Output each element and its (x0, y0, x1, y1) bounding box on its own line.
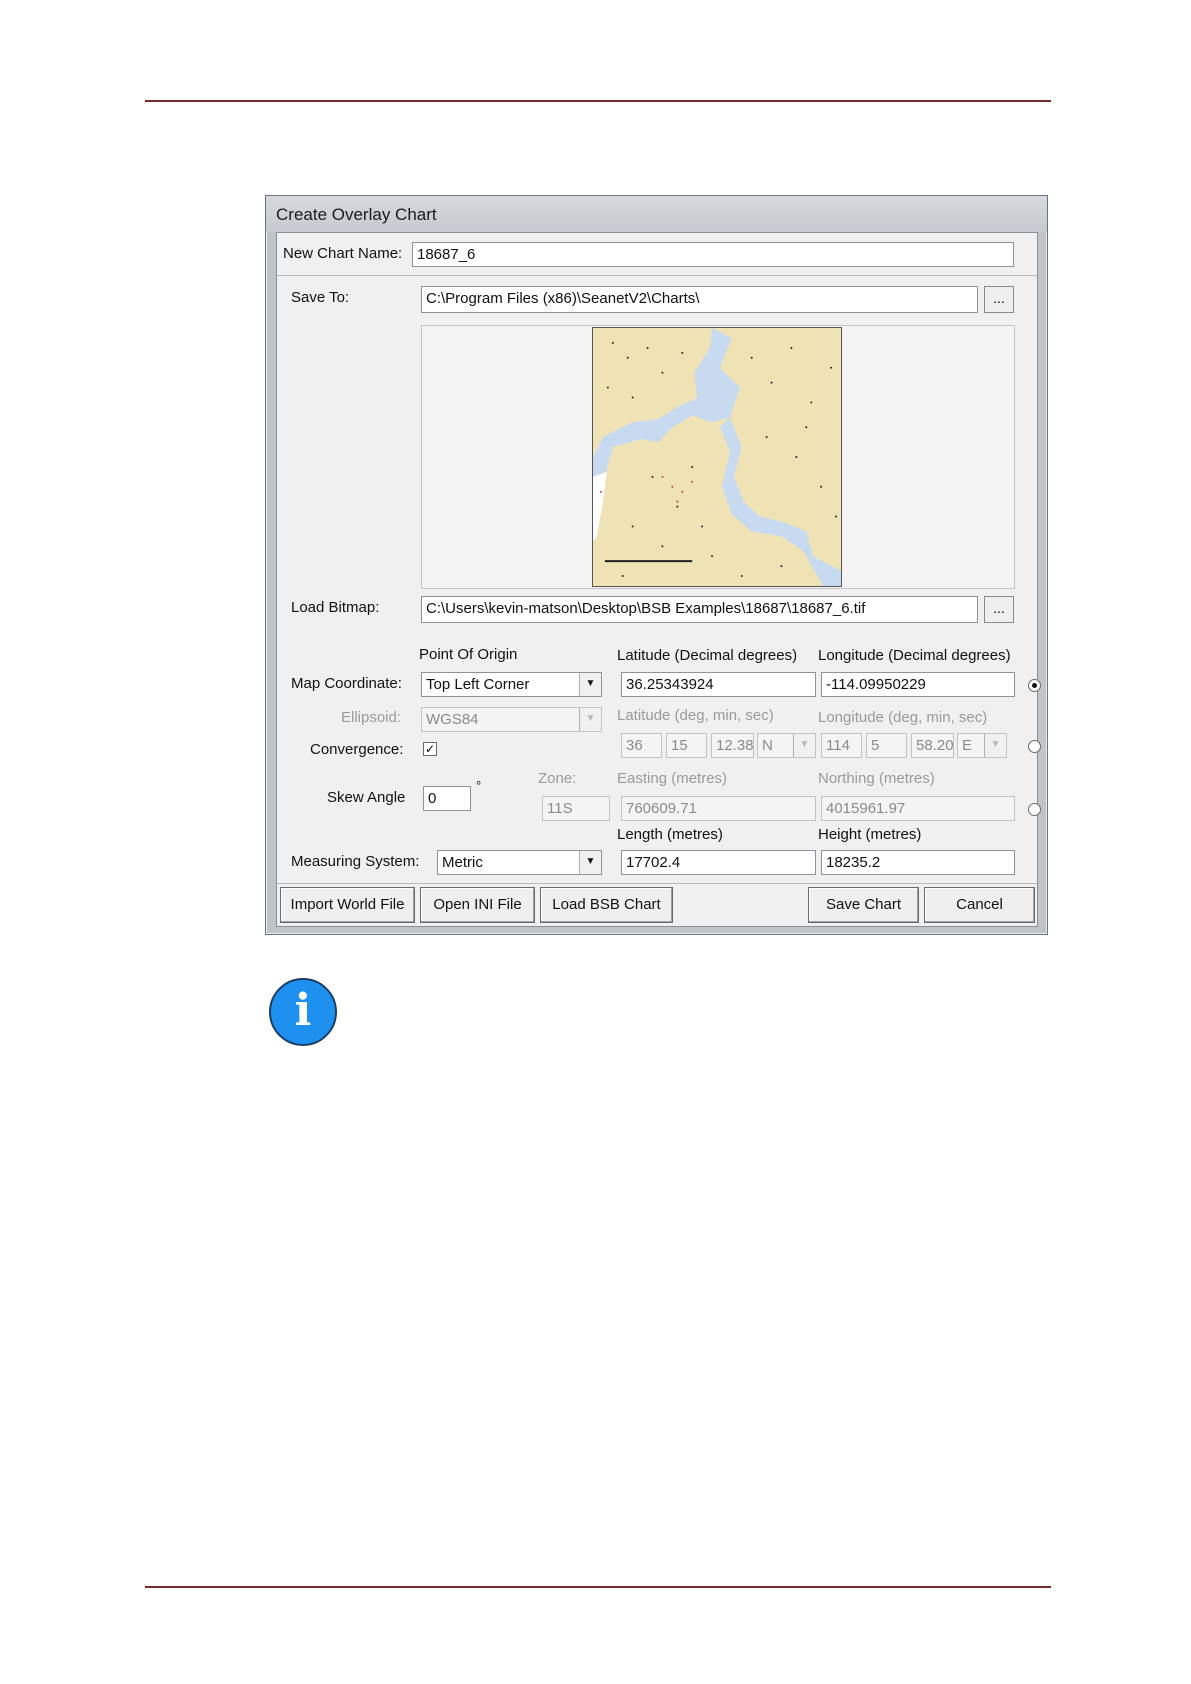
length-input[interactable]: 17702.4 (621, 850, 816, 875)
load-bitmap-label: Load Bitmap: (291, 599, 380, 616)
chevron-down-icon[interactable]: ▼ (984, 734, 1006, 757)
chevron-down-icon[interactable]: ▼ (579, 851, 601, 874)
longitude-degrees-input[interactable]: 114 (821, 733, 862, 758)
import-world-file-button[interactable]: Import World File (280, 887, 415, 923)
dialog-client-area: New Chart Name: 18687_6 Save To: C:\Prog… (276, 232, 1041, 927)
easting-label: Easting (metres) (617, 770, 728, 787)
easting-input[interactable]: 760609.71 (621, 796, 816, 821)
latitude-decimal-input[interactable]: 36.25343924 (621, 672, 816, 697)
cancel-button[interactable]: Cancel (924, 887, 1035, 923)
divider (277, 275, 1037, 276)
ellipsoid-select[interactable]: WGS84 ▼ (421, 707, 602, 732)
ellipsoid-value: WGS84 (426, 711, 479, 728)
zone-label: Zone: (538, 770, 577, 787)
ellipsoid-label: Ellipsoid: (341, 709, 402, 726)
latitude-hemisphere-select[interactable]: N ▼ (757, 733, 816, 758)
latitude-hemisphere-value: N (762, 737, 773, 754)
measuring-system-value: Metric (442, 854, 483, 871)
save-to-input[interactable]: C:\Program Files (x86)\SeanetV2\Charts\ (421, 286, 978, 313)
northing-label: Northing (metres) (818, 770, 935, 787)
convergence-checkbox[interactable]: ✓ (423, 742, 437, 756)
chevron-down-icon[interactable]: ▼ (793, 734, 815, 757)
save-chart-button[interactable]: Save Chart (808, 887, 919, 923)
longitude-decimal-input[interactable]: -114.09950229 (821, 672, 1015, 697)
map-coordinate-label: Map Coordinate: (291, 675, 402, 692)
zone-input[interactable]: 11S (542, 796, 610, 821)
page-header-rule (145, 100, 1051, 102)
page-footer-rule (145, 1586, 1051, 1588)
new-chart-name-label: New Chart Name: (283, 245, 403, 262)
chart-preview-image (592, 327, 842, 587)
chevron-down-icon[interactable]: ▼ (579, 673, 601, 696)
convergence-label: Convergence: (310, 741, 404, 758)
skew-angle-input[interactable]: 0 (423, 786, 471, 811)
load-bsb-chart-button[interactable]: Load BSB Chart (540, 887, 673, 923)
latitude-minutes-input[interactable]: 15 (666, 733, 707, 758)
open-ini-file-button[interactable]: Open INI File (420, 887, 535, 923)
load-bitmap-input[interactable]: C:\Users\kevin-matson\Desktop\BSB Exampl… (421, 596, 978, 623)
height-input[interactable]: 18235.2 (821, 850, 1015, 875)
latitude-dms-label: Latitude (deg, min, sec) (617, 707, 774, 724)
dialog-titlebar[interactable]: Create Overlay Chart (266, 196, 1047, 232)
longitude-decimal-label: Longitude (Decimal degrees) (818, 647, 1011, 664)
point-of-origin-select[interactable]: Top Left Corner ▼ (421, 672, 602, 697)
height-label: Height (metres) (818, 826, 922, 843)
point-of-origin-label: Point Of Origin (419, 646, 518, 663)
info-icon: i (269, 978, 337, 1046)
load-bitmap-browse-button[interactable]: ... (984, 596, 1014, 623)
create-overlay-chart-dialog: Create Overlay Chart New Chart Name: 186… (265, 195, 1048, 935)
decimal-degrees-radio[interactable] (1028, 679, 1041, 692)
length-label: Length (metres) (617, 826, 723, 843)
divider (277, 883, 1037, 884)
longitude-seconds-input[interactable]: 58.20 (911, 733, 954, 758)
northing-input[interactable]: 4015961.97 (821, 796, 1015, 821)
degree-symbol: ° (476, 778, 482, 793)
longitude-dms-label: Longitude (deg, min, sec) (818, 709, 988, 726)
save-to-browse-button[interactable]: ... (984, 286, 1014, 313)
latitude-seconds-input[interactable]: 12.38 (711, 733, 754, 758)
measuring-system-label: Measuring System: (291, 853, 420, 870)
dialog-title: Create Overlay Chart (276, 205, 437, 224)
longitude-hemisphere-value: E (962, 737, 973, 754)
latitude-decimal-label: Latitude (Decimal degrees) (617, 647, 798, 664)
longitude-hemisphere-select[interactable]: E ▼ (957, 733, 1007, 758)
point-of-origin-value: Top Left Corner (426, 676, 530, 693)
skew-angle-label: Skew Angle (327, 789, 406, 806)
save-to-label: Save To: (291, 289, 350, 306)
latitude-degrees-input[interactable]: 36 (621, 733, 662, 758)
longitude-minutes-input[interactable]: 5 (866, 733, 907, 758)
bitmap-preview (421, 325, 1015, 589)
utm-radio[interactable] (1028, 803, 1041, 816)
dms-radio[interactable] (1028, 740, 1041, 753)
new-chart-name-input[interactable]: 18687_6 (412, 242, 1014, 267)
chevron-down-icon[interactable]: ▼ (579, 708, 601, 731)
measuring-system-select[interactable]: Metric ▼ (437, 850, 602, 875)
